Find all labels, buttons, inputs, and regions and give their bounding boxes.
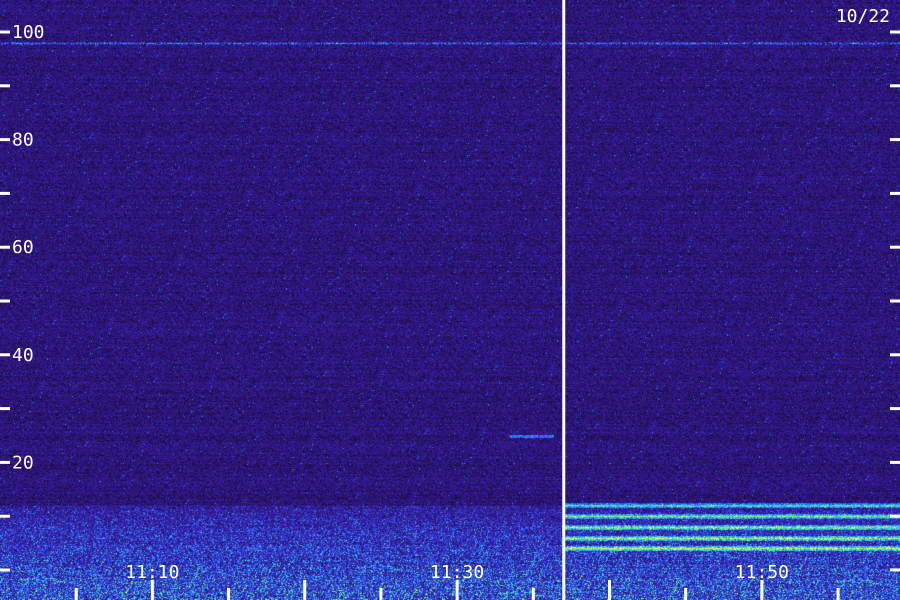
y-axis: 20 40 60 80 100 xyxy=(0,22,900,572)
x-axis: 11:10 11:30 11:50 xyxy=(74,562,840,600)
spectrogram-chart: 20 40 60 80 100 11:10 11:30 11:50 10/22 xyxy=(0,0,900,600)
chart-overlay: 20 40 60 80 100 11:10 11:30 11:50 10/22 xyxy=(0,0,900,600)
x-tick-label: 11:30 xyxy=(430,562,484,583)
x-tick-label: 11:50 xyxy=(735,562,789,583)
y-tick-label: 100 xyxy=(12,22,45,43)
x-tick-label: 11:10 xyxy=(125,562,179,583)
date-label: 10/22 xyxy=(836,6,890,27)
y-tick-label: 20 xyxy=(12,452,34,473)
y-tick-label: 60 xyxy=(12,237,34,258)
y-tick-label: 80 xyxy=(12,130,34,151)
y-tick-label: 40 xyxy=(12,345,34,366)
